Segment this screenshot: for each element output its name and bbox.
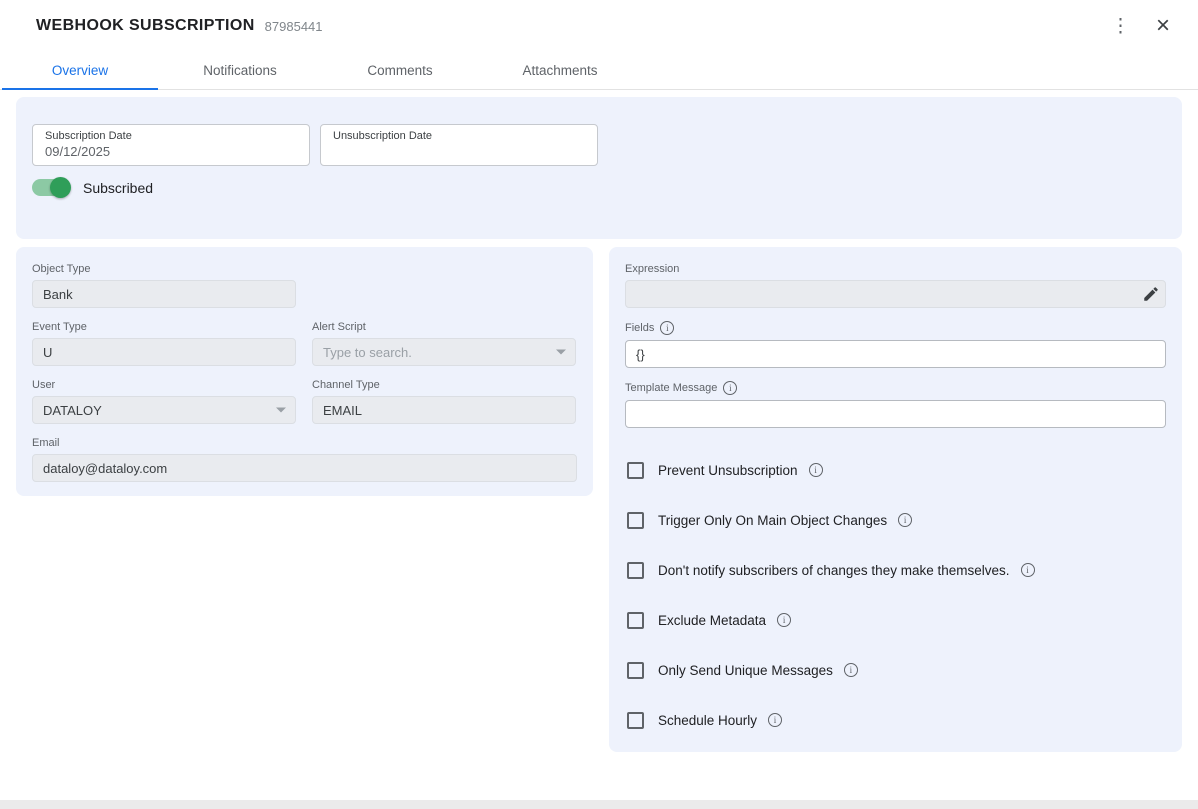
info-icon[interactable]: i (898, 513, 912, 527)
checkbox-row-exclude-metadata: Exclude Metadata i (627, 610, 1166, 630)
checkbox-label: Prevent Unsubscription (658, 463, 798, 478)
webhook-subscription-dialog: WEBHOOK SUBSCRIPTION 87985441 ⋮ × Overvi… (0, 0, 1198, 800)
subscribed-toggle-label: Subscribed (83, 180, 153, 196)
unique-messages-checkbox[interactable] (627, 662, 644, 679)
tab-overview[interactable]: Overview (0, 52, 160, 89)
object-details-panel: Object Type Bank Event Type U Ale (16, 247, 593, 496)
subscription-date-label: Subscription Date (45, 130, 297, 142)
schedule-hourly-checkbox[interactable] (627, 712, 644, 729)
alert-script-placeholder: Type to search. (323, 345, 412, 360)
info-icon[interactable]: i (660, 321, 674, 335)
checkbox-row-dont-notify-self: Don't notify subscribers of changes they… (627, 560, 1166, 580)
tab-bar: Overview Notifications Comments Attachme… (0, 52, 1198, 90)
object-type-value: Bank (43, 287, 73, 302)
record-id: 87985441 (265, 19, 323, 34)
trigger-main-object-checkbox[interactable] (627, 512, 644, 529)
fields-input[interactable]: {} (625, 340, 1166, 368)
channel-type-value: EMAIL (323, 403, 362, 418)
checkbox-row-prevent-unsubscription: Prevent Unsubscription i (627, 460, 1166, 480)
info-icon[interactable]: i (844, 663, 858, 677)
tab-attachments[interactable]: Attachments (480, 52, 640, 89)
info-icon[interactable]: i (809, 463, 823, 477)
subscription-date-field[interactable]: Subscription Date 09/12/2025 (32, 124, 310, 166)
notification-settings-panel: Expression Fields i (609, 247, 1182, 752)
email-value: dataloy@dataloy.com (43, 461, 167, 476)
email-label: Email (32, 437, 577, 449)
expression-input (625, 280, 1166, 308)
checkbox-row-unique-messages: Only Send Unique Messages i (627, 660, 1166, 680)
tab-notifications[interactable]: Notifications (160, 52, 320, 89)
template-message-input[interactable] (625, 400, 1166, 428)
checkbox-label: Schedule Hourly (658, 713, 757, 728)
exclude-metadata-checkbox[interactable] (627, 612, 644, 629)
checkbox-row-schedule-hourly: Schedule Hourly i (627, 710, 1166, 730)
event-type-input: U (32, 338, 296, 366)
dont-notify-self-checkbox[interactable] (627, 562, 644, 579)
prevent-unsubscription-checkbox[interactable] (627, 462, 644, 479)
kebab-menu-icon[interactable]: ⋮ (1101, 15, 1140, 38)
user-select[interactable]: DATALOY (32, 396, 296, 424)
info-icon[interactable]: i (1021, 563, 1035, 577)
event-type-value: U (43, 345, 52, 360)
expression-label: Expression (625, 263, 1166, 275)
info-icon[interactable]: i (723, 381, 737, 395)
unsubscription-date-value (333, 144, 585, 159)
object-type-label: Object Type (32, 263, 296, 275)
alert-script-input[interactable]: Type to search. (312, 338, 576, 366)
checkbox-label: Trigger Only On Main Object Changes (658, 513, 887, 528)
unsubscription-date-label: Unsubscription Date (333, 130, 585, 142)
event-type-label: Event Type (32, 321, 296, 333)
page-title: WEBHOOK SUBSCRIPTION (36, 17, 255, 35)
template-message-label: Template Message (625, 382, 717, 394)
email-field: dataloy@dataloy.com (32, 454, 577, 482)
unsubscription-date-field[interactable]: Unsubscription Date (320, 124, 598, 166)
overview-content: Subscription Date 09/12/2025 Unsubscript… (0, 90, 1198, 752)
checkbox-label: Don't notify subscribers of changes they… (658, 563, 1010, 578)
chevron-down-icon (556, 350, 566, 355)
user-label: User (32, 379, 296, 391)
object-type-input: Bank (32, 280, 296, 308)
channel-type-input: EMAIL (312, 396, 576, 424)
toggle-knob (50, 177, 71, 198)
chevron-down-icon (276, 408, 286, 413)
tab-comments[interactable]: Comments (320, 52, 480, 89)
subscription-panel: Subscription Date 09/12/2025 Unsubscript… (16, 97, 1182, 239)
fields-value: {} (636, 347, 645, 362)
dialog-header: WEBHOOK SUBSCRIPTION 87985441 ⋮ × (0, 0, 1198, 52)
options-checkbox-list: Prevent Unsubscription i Trigger Only On… (625, 460, 1166, 730)
checkbox-label: Only Send Unique Messages (658, 663, 833, 678)
checkbox-label: Exclude Metadata (658, 613, 766, 628)
checkbox-row-trigger-main-object: Trigger Only On Main Object Changes i (627, 510, 1166, 530)
edit-pencil-icon[interactable] (1139, 282, 1163, 306)
close-icon[interactable]: × (1156, 14, 1170, 38)
subscription-date-value: 09/12/2025 (45, 144, 297, 159)
alert-script-label: Alert Script (312, 321, 576, 333)
channel-type-label: Channel Type (312, 379, 576, 391)
info-icon[interactable]: i (768, 713, 782, 727)
fields-label: Fields (625, 322, 654, 334)
info-icon[interactable]: i (777, 613, 791, 627)
user-value: DATALOY (43, 403, 102, 418)
subscribed-toggle[interactable] (32, 179, 68, 196)
